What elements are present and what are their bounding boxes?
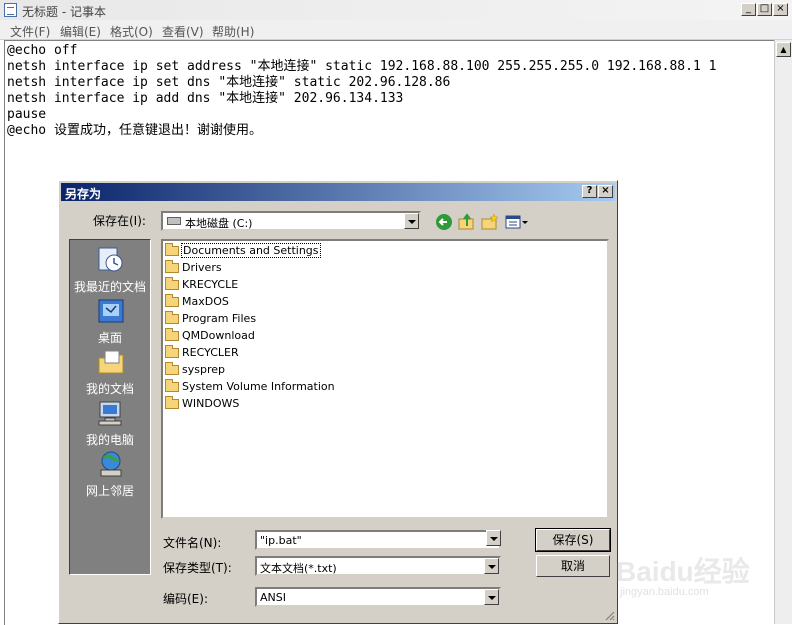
menu-help[interactable]: 帮助(H) xyxy=(212,23,254,40)
folder-icon xyxy=(165,345,179,358)
network-places-icon xyxy=(100,451,122,477)
folder-name: System Volume Information xyxy=(182,380,335,393)
notepad-menubar: 文件(F) 编辑(E) 格式(O) 查看(V) 帮助(H) xyxy=(0,20,792,40)
filename-value: "ip.bat" xyxy=(260,534,302,547)
folder-name: KRECYCLE xyxy=(182,278,239,291)
folder-name: Documents and Settings xyxy=(181,243,321,258)
folder-icon xyxy=(165,311,179,324)
notepad-titlebar: 无标题 - 记事本 _ □ × xyxy=(0,0,792,21)
folder-icon xyxy=(165,243,179,256)
maximize-button[interactable]: □ xyxy=(757,3,772,16)
folder-name: QMDownload xyxy=(182,329,255,342)
folder-name: sysprep xyxy=(182,363,225,376)
save-in-value: 本地磁盘 (C:) xyxy=(185,217,253,230)
notepad-app-icon xyxy=(4,3,17,17)
menu-edit[interactable]: 编辑(E) xyxy=(60,23,101,40)
baidu-watermark: Baidu经验 jingyan.baidu.com xyxy=(612,546,782,616)
place-my-documents[interactable]: 我的文档 xyxy=(70,348,150,398)
text-line: netsh interface ip set address "本地连接" st… xyxy=(7,59,717,74)
filename-dropdown[interactable] xyxy=(484,530,501,550)
help-button[interactable]: ? xyxy=(582,185,597,198)
places-bar: 我最近的文档 桌面 我的文档 我的电脑 网上邻居 xyxy=(69,239,151,575)
folder-name: Drivers xyxy=(182,261,222,274)
encoding-dropdown[interactable]: ANSI xyxy=(255,587,501,607)
up-folder-icon[interactable] xyxy=(458,213,476,231)
chevron-down-icon[interactable] xyxy=(486,530,501,546)
folder-icon xyxy=(165,362,179,375)
back-icon[interactable] xyxy=(435,213,453,231)
folder-name: MaxDOS xyxy=(182,295,229,308)
filename-label: 文件名(N): xyxy=(163,536,222,550)
chevron-down-icon[interactable] xyxy=(484,558,499,574)
watermark-url: jingyan.baidu.com xyxy=(620,586,709,598)
cancel-button[interactable]: 取消 xyxy=(536,555,610,577)
file-list[interactable]: Documents and Settings Drivers KRECYCLE … xyxy=(161,239,609,519)
filetype-value: 文本文档(*.txt) xyxy=(260,562,337,575)
folder-name: RECYCLER xyxy=(182,346,239,359)
dialog-close-button[interactable]: × xyxy=(598,185,613,198)
vertical-scrollbar[interactable]: ▲ xyxy=(774,40,792,624)
encoding-value: ANSI xyxy=(260,591,286,604)
new-folder-icon[interactable] xyxy=(481,213,499,231)
text-line: netsh interface ip add dns "本地连接" 202.96… xyxy=(7,91,404,106)
text-line: @echo 设置成功，任意键退出！谢谢使用。 xyxy=(7,123,262,138)
scroll-up-icon[interactable]: ▲ xyxy=(776,42,791,57)
save-in-dropdown[interactable]: 本地磁盘 (C:) xyxy=(161,211,421,231)
close-button[interactable]: × xyxy=(773,3,788,16)
place-label: 我的文档 xyxy=(85,382,134,396)
view-menu-icon[interactable] xyxy=(505,213,529,231)
chevron-down-icon[interactable] xyxy=(484,589,499,605)
drive-icon xyxy=(167,217,181,225)
menu-file[interactable]: 文件(F) xyxy=(10,23,50,40)
place-network-places[interactable]: 网上邻居 xyxy=(70,450,150,500)
menu-format[interactable]: 格式(O) xyxy=(110,23,153,40)
recent-documents-icon xyxy=(98,247,123,272)
text-line: netsh interface ip set dns "本地连接" static… xyxy=(7,75,451,90)
folder-icon xyxy=(165,277,179,290)
encoding-label: 编码(E): xyxy=(163,592,208,606)
folder-name: Program Files xyxy=(182,312,257,325)
desktop-icon xyxy=(98,299,124,323)
folder-icon xyxy=(165,379,179,392)
save-button[interactable]: 保存(S) xyxy=(535,528,611,552)
folder-icon xyxy=(165,328,179,341)
folder-icon xyxy=(165,396,179,409)
text-line: pause xyxy=(7,107,47,122)
minimize-button[interactable]: _ xyxy=(741,3,756,16)
dialog-title: 另存为 xyxy=(65,187,102,201)
place-label: 桌面 xyxy=(97,331,122,345)
folder-icon xyxy=(165,260,179,273)
save-as-dialog: 另存为 ? × 保存在(I): 本地磁盘 (C:) 我最近的文档 桌面 我的文档… xyxy=(58,180,618,624)
place-recent-documents[interactable]: 我最近的文档 xyxy=(70,246,150,296)
place-label: 我最近的文档 xyxy=(73,280,146,294)
my-documents-icon xyxy=(98,350,124,374)
dialog-titlebar: 另存为 ? × xyxy=(61,183,615,201)
menu-view[interactable]: 查看(V) xyxy=(162,23,204,40)
save-in-label: 保存在(I): xyxy=(93,214,146,228)
my-computer-icon xyxy=(98,401,122,426)
place-label: 网上邻居 xyxy=(85,484,134,498)
notepad-title: 无标题 - 记事本 xyxy=(22,5,106,19)
place-label: 我的电脑 xyxy=(85,433,134,447)
filename-input[interactable]: "ip.bat" xyxy=(255,530,501,550)
place-desktop[interactable]: 桌面 xyxy=(70,297,150,347)
text-line: @echo off xyxy=(7,43,78,58)
folder-name: WINDOWS xyxy=(182,397,240,410)
watermark-logo: Baidu经验 xyxy=(616,556,750,587)
chevron-down-icon[interactable] xyxy=(404,213,419,229)
folder-icon xyxy=(165,294,179,307)
filetype-dropdown[interactable]: 文本文档(*.txt) xyxy=(255,556,501,576)
place-my-computer[interactable]: 我的电脑 xyxy=(70,399,150,449)
filetype-label: 保存类型(T): xyxy=(163,561,232,575)
